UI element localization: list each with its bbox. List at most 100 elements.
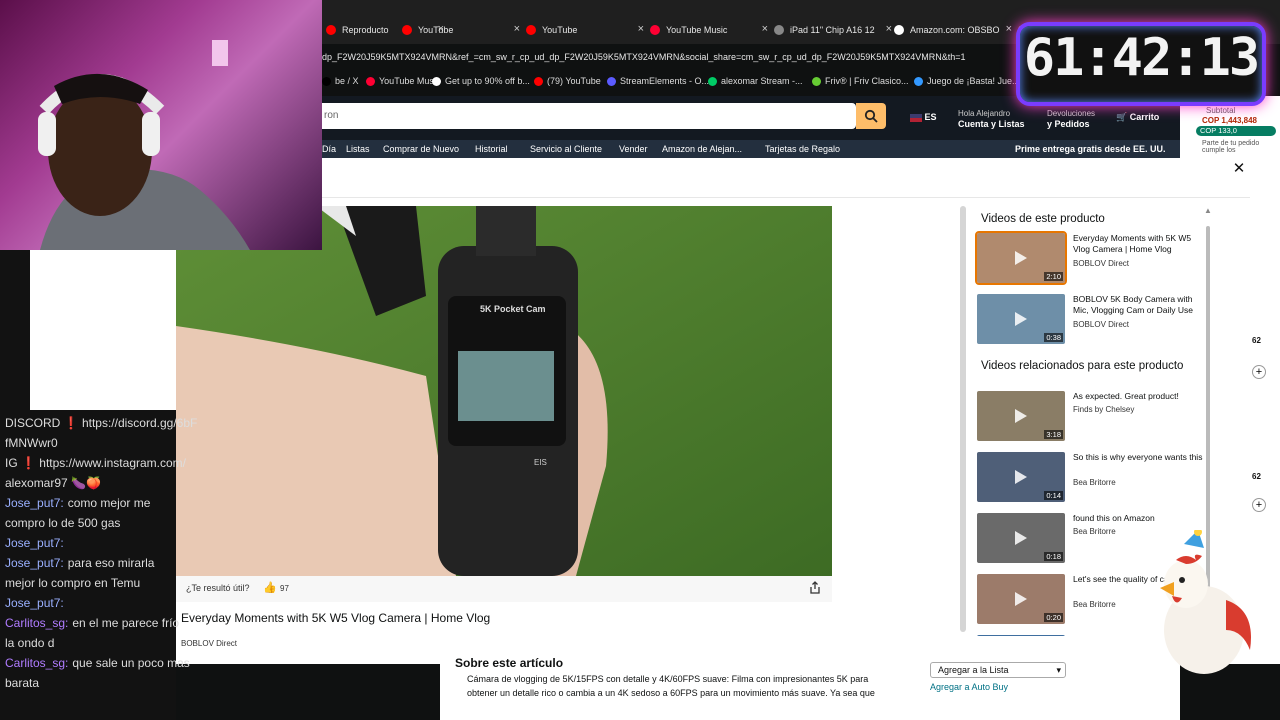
amazon-nav-item[interactable]: Servicio al Cliente <box>530 144 602 154</box>
amazon-nav-item[interactable]: Listas <box>346 144 370 154</box>
nav-promo[interactable]: Prime entrega gratis desde EE. UU. <box>1015 144 1166 155</box>
video-player[interactable]: 5K Pocket Cam EIS <box>176 206 832 576</box>
amazon-nav-item[interactable]: Comprar de Nuevo <box>383 144 459 154</box>
partial-price-2: 62 <box>1252 472 1261 481</box>
chat-message: Jose_put7: <box>5 534 68 552</box>
subtotal-progress: COP 133,0 <box>1196 126 1276 136</box>
chat-text: como mejor me <box>67 496 151 510</box>
video-title: Everyday Moments with 5K W5 Vlog Camera … <box>181 611 491 625</box>
video-card-title[interactable]: BOBLOV 5K Body Camera with Mic, Vlogging… <box>1073 294 1203 316</box>
add-to-list-button[interactable]: Agregar a la Lista ▾ <box>930 662 1066 678</box>
bookmark-item[interactable]: Juego de ¡Basta! Jue... <box>914 76 1020 86</box>
language-selector[interactable]: ES <box>910 112 950 123</box>
browser-tab[interactable]: YouTube Music × <box>650 20 768 40</box>
video-card[interactable]: 0:38 BOBLOV 5K Body Camera with Mic, Vlog… <box>977 294 1207 348</box>
amazon-nav-item[interactable]: Día <box>322 144 336 154</box>
browser-tab[interactable]: iPad 11" Chip A16 12 × <box>774 20 892 40</box>
chat-text: DISCORD ❗ https://discord.gg/6bF <box>5 416 198 430</box>
bookmark-item[interactable]: Get up to 90% off b... <box>432 76 530 86</box>
partial-price: 62 <box>1252 336 1261 345</box>
browser-tab[interactable]: YouTube × <box>402 20 520 40</box>
close-tab-icon[interactable]: × <box>886 23 892 35</box>
video-thumbnail[interactable]: 0:14 <box>977 452 1065 502</box>
add-button-2[interactable]: + <box>1252 498 1266 512</box>
chat-username: Jose_put7: <box>5 496 64 510</box>
address-bar[interactable]: dp_F2W20J59K5MTX924VMRN&ref_=cm_sw_r_cp_… <box>322 46 1022 68</box>
chat-username: Carlitos_sg: <box>5 616 69 630</box>
returns-label: Devoluciones <box>1047 109 1096 118</box>
close-icon[interactable]: ✕ <box>1230 160 1248 178</box>
tab-favicon-icon <box>650 25 660 35</box>
amazon-nav-item[interactable]: Tarjetas de Regalo <box>765 144 840 154</box>
chat-message: la ondo d <box>5 634 54 652</box>
amazon-nav-item[interactable]: Historial <box>475 144 508 154</box>
chat-message: alexomar97 🍆🍑 <box>5 474 101 492</box>
chat-message: barata <box>5 674 39 692</box>
cart-icon: 🛒 <box>1116 112 1128 122</box>
modal-scrollbar[interactable] <box>960 206 966 632</box>
section-related-videos-title: Videos relacionados para este producto <box>981 360 1184 372</box>
video-thumbnail[interactable]: 2:10 <box>975 231 1067 285</box>
video-card[interactable]: 0:14 So this is why everyone wants this Be… <box>977 452 1207 506</box>
thumbs-up-icon[interactable]: 👍 <box>263 581 277 594</box>
video-card-author: BOBLOV Direct <box>1073 259 1130 268</box>
close-tab-icon[interactable]: × <box>1006 23 1012 35</box>
close-tab-icon[interactable]: × <box>638 23 644 35</box>
chat-message: Jose_put7: como mejor me <box>5 494 150 512</box>
bookmark-label: Friv® | Friv Clasico... <box>825 76 909 86</box>
close-tab-icon[interactable]: × <box>762 23 768 35</box>
close-tab-icon[interactable]: × <box>514 23 520 35</box>
bookmark-item[interactable]: be / X <box>322 76 359 86</box>
bookmark-icon <box>914 76 923 86</box>
product-details-below: Sobre este artículo Cámara de vlogging d… <box>440 656 1180 720</box>
tab-label: iPad 11" Chip A16 12 <box>790 25 875 35</box>
bookmarks-bar: be / X YouTube Music Get up to 90% off b..… <box>322 72 1022 92</box>
amazon-nav-item[interactable]: Vender <box>619 144 648 154</box>
bookmark-item[interactable]: (79) YouTube <box>534 76 601 86</box>
browser-tab[interactable]: Amazon.com: OBSBO × <box>894 20 1012 40</box>
amazon-search-input[interactable]: ron <box>322 103 856 129</box>
chat-username: Jose_put7: <box>5 536 64 550</box>
play-icon <box>1015 251 1027 265</box>
amazon-nav-item[interactable]: Amazon de Alejan... <box>662 144 742 154</box>
video-thumbnail[interactable]: 0:38 <box>977 294 1065 344</box>
video-thumbnail[interactable]: 0:18 <box>977 513 1065 563</box>
add-button-1[interactable]: + <box>1252 365 1266 379</box>
video-card[interactable]: 2:10 Everyday Moments with 5K W5 Vlog Cam… <box>975 231 1207 287</box>
bookmark-item[interactable]: YouTube Music <box>366 76 440 86</box>
chat-message: DISCORD ❗ https://discord.gg/6bF <box>5 414 197 432</box>
video-frame <box>176 206 832 576</box>
tab-label: YouTube <box>418 25 454 35</box>
video-card-title[interactable]: found this on Amazon <box>1073 513 1203 524</box>
camera-label: 5K Pocket Cam <box>480 304 546 314</box>
returns-orders-link[interactable]: Devoluciones y Pedidos <box>1047 108 1117 130</box>
tab-label: Amazon.com: OBSBO <box>910 25 1000 35</box>
video-thumbnail[interactable]: 3:18 <box>977 391 1065 441</box>
bookmark-item[interactable]: StreamElements - O... <box>607 76 709 86</box>
video-card[interactable]: 3:18 As expected. Great product! Finds by … <box>977 391 1207 445</box>
video-duration: 3:18 <box>1044 430 1063 439</box>
scroll-up-icon[interactable]: ▲ <box>1204 206 1212 215</box>
bookmark-icon <box>366 76 375 86</box>
play-icon <box>1015 592 1027 606</box>
helpful-count: 97 <box>280 584 289 593</box>
chat-message: Jose_put7: <box>5 594 68 612</box>
account-menu[interactable]: Hola Alejandro Cuenta y Listas <box>958 108 1038 130</box>
bookmark-item[interactable]: Friv® | Friv Clasico... <box>812 76 908 86</box>
cart-link[interactable]: 🛒 Carrito <box>1116 112 1180 123</box>
tab-label: Reproducto <box>342 25 389 35</box>
language-label: ES <box>924 112 937 122</box>
page-white-area <box>30 250 176 410</box>
browser-tab[interactable]: YouTube × <box>526 20 644 40</box>
share-icon[interactable] <box>808 581 822 595</box>
bookmark-item[interactable]: alexomar Stream -... <box>708 76 803 86</box>
amazon-search-button[interactable] <box>856 103 886 129</box>
add-to-auto-buy-link[interactable]: Agregar a Auto Buy <box>930 682 1008 692</box>
chat-username: Carlitos_sg: <box>5 656 69 670</box>
video-thumbnail[interactable]: 0:20 <box>977 574 1065 624</box>
video-card-title[interactable]: Everyday Moments with 5K W5 Vlog Camera … <box>1073 233 1203 255</box>
video-card-title[interactable]: So this is why everyone wants this <box>1073 452 1203 463</box>
video-card-title[interactable]: As expected. Great product! <box>1073 391 1203 402</box>
tab-favicon-icon <box>774 25 784 35</box>
video-thumbnail[interactable] <box>977 635 1065 636</box>
